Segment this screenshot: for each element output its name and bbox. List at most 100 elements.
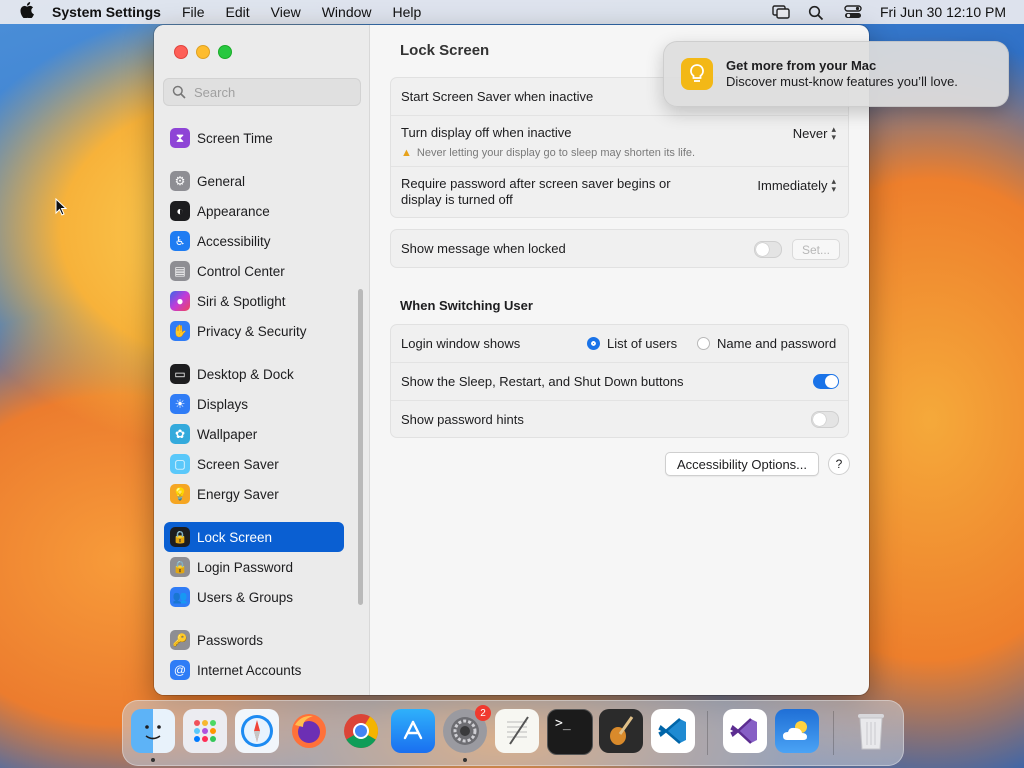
menu-view[interactable]: View (271, 4, 301, 20)
sidebar-item-energy-saver[interactable]: 💡 Energy Saver (164, 479, 344, 509)
system-settings-window: Search ⧗ Screen Time ⚙ General ◐ Appeara… (154, 25, 869, 695)
terminal-icon[interactable]: >_ (547, 709, 593, 755)
screen-saver-icon: ▢ (170, 454, 190, 474)
require-password-value: Immediately (757, 177, 828, 193)
menu-edit[interactable]: Edit (226, 4, 250, 20)
radio-unchecked-icon (697, 337, 710, 350)
lightbulb-icon: 💡 (170, 484, 190, 504)
hourglass-icon: ⧗ (170, 128, 190, 148)
require-password-label: Require password after screen saver begi… (401, 176, 671, 207)
show-message-toggle[interactable] (754, 241, 782, 258)
visual-studio-icon[interactable] (723, 709, 767, 753)
search-field[interactable]: Search (163, 78, 361, 106)
appearance-icon: ◐ (170, 201, 190, 221)
minimize-window-button[interactable] (196, 45, 210, 59)
sidebar-item-login-password[interactable]: 🔒 Login Password (164, 552, 344, 582)
spotlight-search-icon[interactable] (808, 5, 826, 21)
sleep-buttons-toggle[interactable] (813, 374, 839, 389)
apple-menu-icon[interactable] (16, 1, 38, 23)
sidebar-item-label: Screen Saver (197, 456, 279, 472)
help-button[interactable]: ? (828, 453, 850, 475)
page-title: Lock Screen (400, 42, 490, 59)
display-off-warning: ▲ Never letting your display go to sleep… (401, 147, 695, 159)
system-settings-icon[interactable]: 2 (443, 705, 491, 753)
sidebar-item-lock-screen[interactable]: 🔒 Lock Screen (164, 522, 344, 552)
notification-title: Get more from your Mac (726, 58, 877, 73)
radio-checked-icon (587, 337, 600, 350)
display-off-popup[interactable]: Never ▴ ▾ (793, 124, 836, 142)
sidebar-item-siri-spotlight[interactable]: ● Siri & Spotlight (164, 286, 344, 316)
screen-mirroring-icon[interactable] (772, 5, 790, 19)
dock: 2 >_ (122, 700, 904, 766)
chevron-up-down-icon: ▴ ▾ (831, 176, 836, 194)
notification-banner[interactable]: Get more from your Mac Discover must-kno… (663, 41, 1009, 107)
sidebar: Search ⧗ Screen Time ⚙ General ◐ Appeara… (154, 25, 370, 695)
sidebar-item-appearance[interactable]: ◐ Appearance (164, 196, 344, 226)
sidebar-item-users-groups[interactable]: 👥 Users & Groups (164, 582, 344, 612)
instruments-icon[interactable] (599, 709, 643, 753)
password-hints-toggle[interactable] (811, 411, 839, 428)
menu-app-name[interactable]: System Settings (52, 4, 161, 20)
app-store-icon[interactable] (391, 709, 435, 753)
trash-icon[interactable] (849, 709, 893, 753)
login-window-label: Login window shows (401, 336, 521, 351)
sidebar-item-accessibility[interactable]: ♿ Accessibility (164, 226, 344, 256)
sidebar-item-privacy-security[interactable]: ✋ Privacy & Security (164, 316, 344, 346)
sidebar-item-screen-saver[interactable]: ▢ Screen Saver (164, 449, 344, 479)
hand-icon: ✋ (170, 321, 190, 341)
key-icon: 🔑 (170, 630, 190, 650)
safari-icon[interactable] (235, 709, 279, 753)
close-window-button[interactable] (174, 45, 188, 59)
radio-name-and-password[interactable]: Name and password (697, 336, 836, 351)
textedit-icon[interactable] (495, 709, 539, 753)
zoom-window-button[interactable] (218, 45, 232, 59)
menu-help[interactable]: Help (393, 4, 422, 20)
require-password-popup[interactable]: Immediately ▴ ▾ (757, 176, 836, 194)
search-placeholder: Search (194, 84, 236, 100)
window-controls (174, 45, 232, 59)
radio-list-of-users[interactable]: List of users (587, 336, 677, 351)
launchpad-icon[interactable] (183, 709, 227, 753)
sidebar-item-wallpaper[interactable]: ✿ Wallpaper (164, 419, 344, 449)
gear-icon: ⚙ (170, 171, 190, 191)
sidebar-scrollbar[interactable] (358, 289, 363, 605)
sidebar-item-label: Wallpaper (197, 426, 258, 442)
control-center-icon[interactable] (844, 5, 862, 19)
sidebar-item-displays[interactable]: ☀ Displays (164, 389, 344, 419)
chrome-icon[interactable] (339, 709, 383, 753)
sidebar-item-label: Login Password (197, 559, 294, 575)
sidebar-item-label: Desktop & Dock (197, 366, 294, 382)
radio-label: List of users (607, 336, 678, 351)
screen-saver-label: Start Screen Saver when inactive (401, 89, 594, 104)
menu-window[interactable]: Window (322, 4, 372, 20)
require-password-row: Require password after screen saver begi… (391, 167, 848, 217)
password-hints-label: Show password hints (401, 412, 524, 427)
chevron-up-down-icon: ▴ ▾ (831, 124, 836, 142)
sidebar-item-label: Siri & Spotlight (197, 293, 286, 309)
sidebar-item-label: Energy Saver (197, 486, 279, 502)
vscode-icon[interactable] (651, 709, 695, 753)
firefox-icon[interactable] (287, 709, 331, 753)
menu-file[interactable]: File (182, 4, 205, 20)
set-message-button[interactable]: Set... (792, 239, 840, 260)
sidebar-item-general[interactable]: ⚙ General (164, 166, 344, 196)
accessibility-options-button[interactable]: Accessibility Options... (665, 452, 819, 476)
sidebar-item-control-center[interactable]: ▤ Control Center (164, 256, 344, 286)
sidebar-item-desktop-dock[interactable]: ▭ Desktop & Dock (164, 359, 344, 389)
radio-label: Name and password (717, 336, 837, 351)
sidebar-item-passwords[interactable]: 🔑 Passwords (164, 625, 344, 655)
lock-icon: 🔒 (170, 557, 190, 577)
login-window-row: Login window shows List of users Name an… (391, 325, 848, 363)
sidebar-item-screen-time[interactable]: ⧗ Screen Time (164, 123, 344, 153)
sidebar-item-label: Lock Screen (197, 529, 273, 545)
mouse-cursor-icon (55, 197, 68, 219)
weather-icon[interactable] (775, 709, 819, 753)
lock-message-group: Show message when locked Set... (390, 229, 849, 268)
menu-bar: System Settings File Edit View Window He… (0, 0, 1024, 24)
accessibility-icon: ♿ (170, 231, 190, 251)
dock-separator (707, 711, 708, 755)
sidebar-item-internet-accounts[interactable]: @ Internet Accounts (164, 655, 344, 685)
warning-icon: ▲ (401, 147, 412, 159)
menu-clock[interactable]: Fri Jun 30 12:10 PM (880, 4, 1006, 20)
finder-icon[interactable] (131, 709, 175, 753)
